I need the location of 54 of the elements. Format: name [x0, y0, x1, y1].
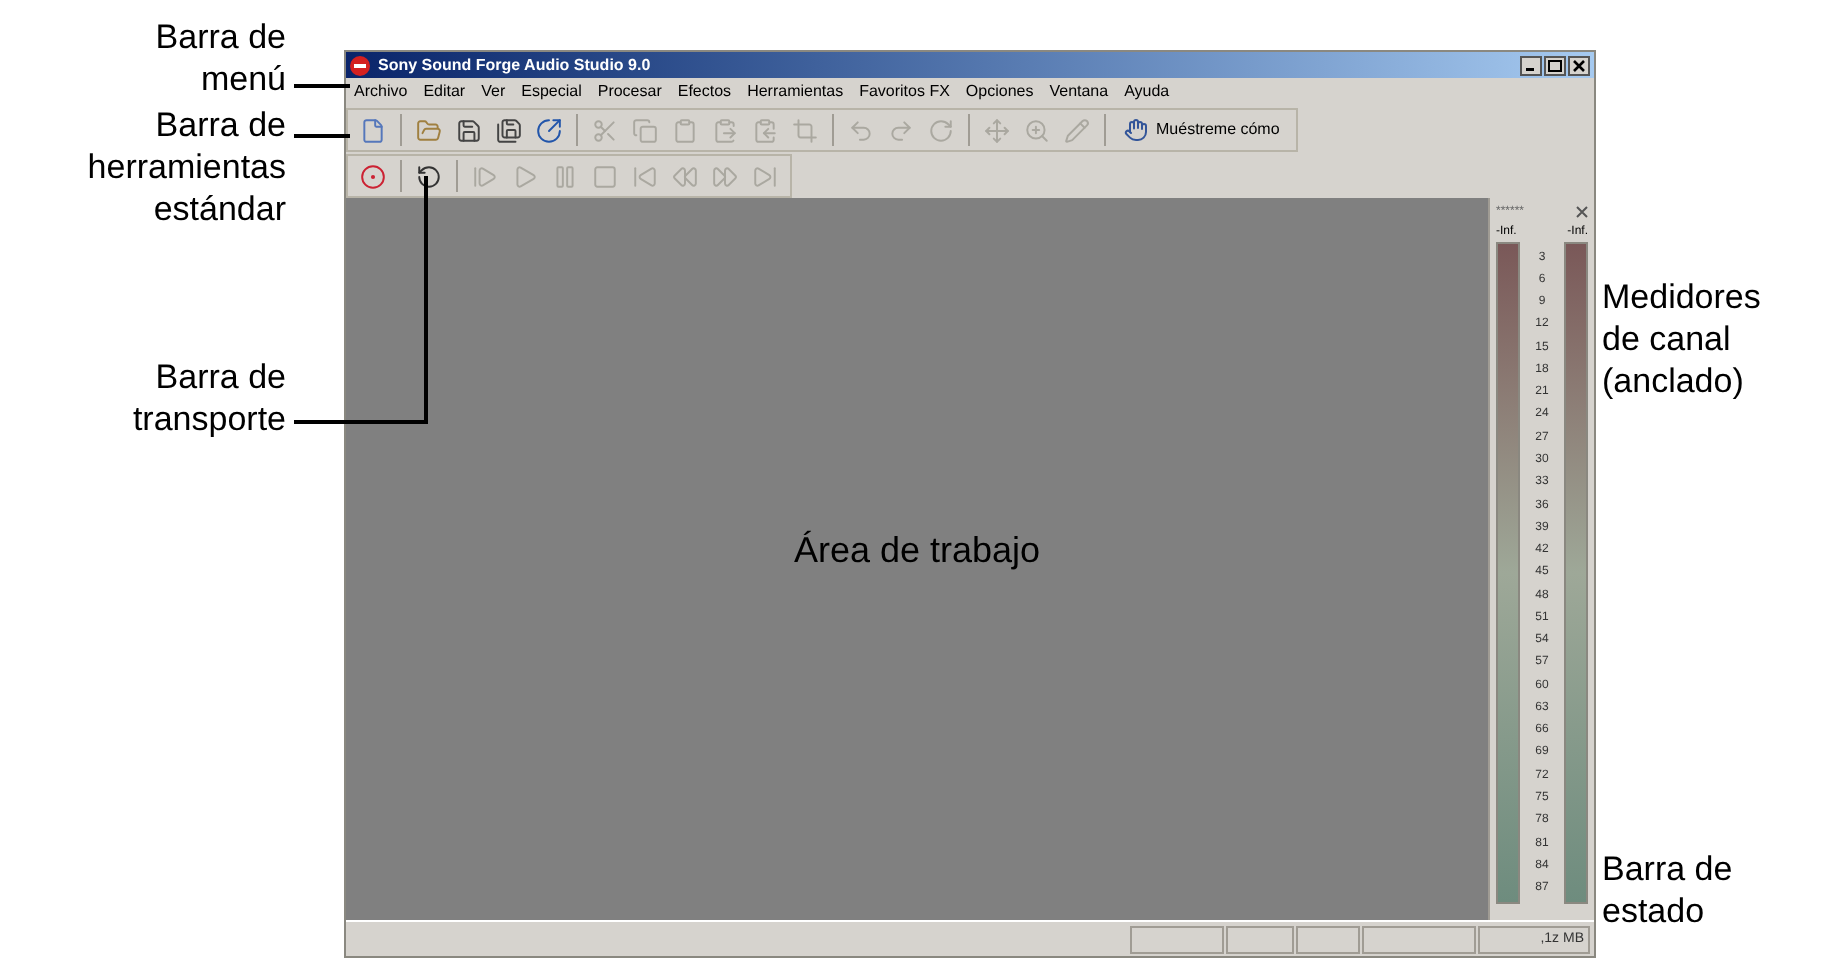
- go-to-end-icon: [752, 163, 778, 189]
- undo-icon: [848, 117, 874, 143]
- play-all-icon: [472, 163, 498, 189]
- stop-icon: [592, 163, 618, 189]
- maximize-button[interactable]: [1544, 55, 1566, 75]
- leader-line: [294, 84, 350, 88]
- floppy-disks-icon: [496, 117, 522, 143]
- menu-item[interactable]: Especial: [513, 84, 590, 100]
- close-icon: [1572, 59, 1586, 71]
- minimize-button[interactable]: [1520, 55, 1542, 75]
- go-to-start-icon: [632, 163, 658, 189]
- copy-icon: [632, 117, 658, 143]
- callout-label: Barra de transporte: [130, 356, 286, 440]
- menu-item[interactable]: Ver: [473, 84, 514, 100]
- magnify-icon: [1024, 117, 1050, 143]
- callout-label: Barra de menú: [153, 16, 286, 100]
- folder-icon: [416, 117, 442, 143]
- menu-item[interactable]: Archivo: [346, 84, 416, 100]
- play-icon: [512, 163, 538, 189]
- hand-icon: [1124, 118, 1148, 142]
- menu-item[interactable]: Favoritos FX: [851, 84, 958, 100]
- menu-item[interactable]: Opciones: [957, 84, 1042, 100]
- document-icon: [360, 117, 386, 143]
- workspace-label: Área de trabajo: [793, 528, 1041, 574]
- edit-tool-icon: [984, 117, 1010, 143]
- callout-label: Barra de herramientas estándar: [85, 104, 286, 230]
- window-title: Sony Sound Forge Audio Studio 9.0: [378, 57, 651, 73]
- rewind-icon: [672, 163, 698, 189]
- redo-icon: [888, 117, 914, 143]
- menu-item[interactable]: Herramientas: [739, 84, 852, 100]
- menu-item[interactable]: Efectos: [669, 84, 740, 100]
- status-pane: [1130, 925, 1224, 953]
- pencil-icon: [1064, 117, 1090, 143]
- clipboard-icon: [672, 117, 698, 143]
- callout-label: Barra de estado: [1602, 848, 1733, 932]
- repeat-icon: [928, 117, 954, 143]
- fast-forward-icon: [712, 163, 738, 189]
- app-logo-icon: [350, 55, 370, 75]
- menu-item[interactable]: Ayuda: [1116, 84, 1178, 100]
- scissors-icon: [592, 117, 618, 143]
- callout-label: Medidores de canal (anclado): [1602, 276, 1761, 402]
- crop-icon: [792, 117, 818, 143]
- maximize-icon: [1548, 59, 1562, 71]
- menu-item[interactable]: Editar: [415, 84, 474, 100]
- loop-icon: [416, 163, 442, 189]
- close-icon[interactable]: [1576, 206, 1588, 218]
- status-pane: [1226, 925, 1294, 953]
- show-me-button[interactable]: Muéstreme cómo: [1116, 112, 1288, 148]
- record-icon: [360, 163, 386, 189]
- pause-icon: [552, 163, 578, 189]
- leader-line: [294, 134, 350, 138]
- close-button[interactable]: [1568, 55, 1590, 75]
- menu-item[interactable]: Ventana: [1041, 84, 1117, 100]
- menu-item[interactable]: Procesar: [589, 84, 670, 100]
